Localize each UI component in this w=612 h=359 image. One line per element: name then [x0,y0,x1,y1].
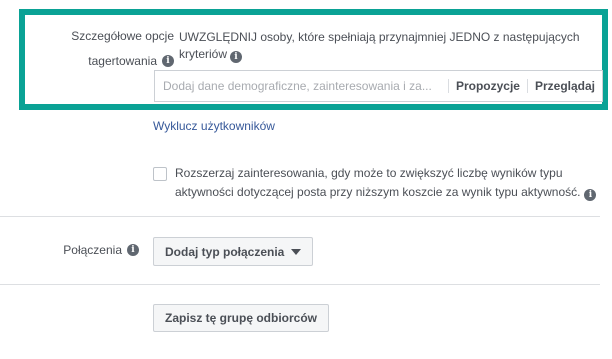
expand-interests-text: Rozszerzaj zainteresowania, gdy może to … [175,164,600,202]
save-audience-button[interactable]: Zapisz tę grupę odbiorców [153,304,330,332]
info-icon[interactable]: i [127,244,139,256]
include-criteria-text: UWZGLĘDNIJ osoby, które spełniają przyna… [179,29,609,63]
info-icon[interactable]: i [584,189,597,201]
browse-button[interactable]: Przeglądaj [528,79,602,93]
expand-interests-label: Rozszerzaj zainteresowania, gdy może to … [175,166,581,199]
add-connection-type-button[interactable]: Dodaj typ połączenia [153,237,314,266]
targeting-search-box: Propozycje Przeglądaj [154,70,603,102]
section-divider [0,284,600,285]
caret-down-icon [291,248,302,255]
targeting-label-line2: tagertowania i [33,54,174,68]
info-icon[interactable]: i [230,51,243,63]
section-divider [0,216,600,217]
exclude-users-link[interactable]: Wyklucz użytkowników [153,119,275,133]
add-connection-type-label: Dodaj typ połączenia [165,244,285,259]
connections-label: Połączenia i [8,243,139,257]
save-audience-label: Zapisz tę grupę odbiorców [165,311,318,325]
targeting-search-input[interactable] [155,71,448,101]
targeting-label-line1: Szczegółowe opcje [71,29,174,43]
connections-label-text: Połączenia [63,243,122,257]
detailed-targeting-section: Szczegółowe opcje tagertowania i UWZGLĘD… [19,9,608,110]
suggestions-button[interactable]: Propozycje [449,79,527,93]
info-icon[interactable]: i [162,55,174,67]
targeting-label-text: tagertowania [88,54,157,68]
expand-interests-checkbox[interactable] [153,167,167,181]
